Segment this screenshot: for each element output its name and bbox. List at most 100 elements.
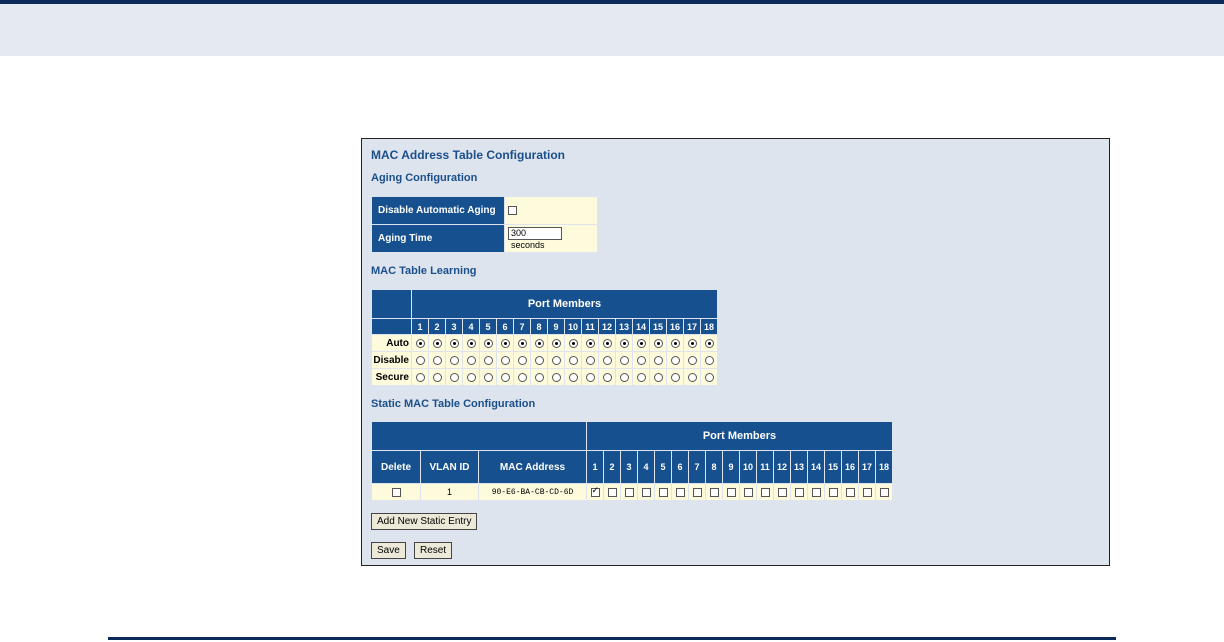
learning-radio-disable[interactable] [653,356,663,366]
learning-radio-secure[interactable] [517,373,527,383]
learning-radio-disable[interactable] [602,356,612,366]
static-port-number: 10 [739,450,757,484]
static-port-number: 18 [875,450,893,484]
learning-radio-secure[interactable] [466,373,476,383]
learning-radio-secure[interactable] [568,373,578,383]
learning-port-number: 14 [632,318,650,335]
learning-radio-auto[interactable] [704,339,714,349]
learning-radio-secure[interactable] [449,373,459,383]
port-member-checkbox[interactable] [658,488,668,498]
learning-radio-auto[interactable] [500,339,510,349]
learning-radio-auto[interactable] [585,339,595,349]
disable-aging-checkbox[interactable] [508,205,517,215]
learning-radio-auto[interactable] [432,339,442,349]
learning-port-number: 8 [530,318,548,335]
port-member-checkbox[interactable] [845,488,855,498]
add-static-entry-button[interactable]: Add New Static Entry [371,513,478,530]
save-button[interactable]: Save [371,542,406,559]
learning-radio-disable[interactable] [670,356,680,366]
learning-radio-disable[interactable] [432,356,442,366]
learning-radio-disable[interactable] [483,356,493,366]
learning-radio-auto[interactable] [568,339,578,349]
port-member-checkbox[interactable] [624,488,634,498]
learning-radio-secure[interactable] [670,373,680,383]
port-member-checkbox[interactable] [641,488,651,498]
static-port-number: 7 [688,450,706,484]
static-port-number: 6 [671,450,689,484]
aging-heading: Aging Configuration [371,172,478,184]
port-member-checkbox[interactable] [811,488,821,498]
learning-radio-disable[interactable] [687,356,697,366]
learning-radio-auto[interactable] [483,339,493,349]
disable-aging-label: Disable Automatic Aging [371,196,505,225]
top-band [0,4,1224,56]
learning-radio-disable[interactable] [619,356,629,366]
learning-radio-secure[interactable] [534,373,544,383]
aging-time-units: seconds [511,239,545,250]
mac-address-header: MAC Address [478,450,587,484]
learning-radio-secure[interactable] [415,373,425,383]
learning-port-number: 6 [496,318,514,335]
static-port-members-header: Port Members [586,421,893,451]
port-member-checkbox[interactable] [675,488,685,498]
learning-radio-auto[interactable] [534,339,544,349]
learning-radio-auto[interactable] [687,339,697,349]
learning-radio-auto[interactable] [636,339,646,349]
learning-radio-auto[interactable] [653,339,663,349]
learning-radio-secure[interactable] [432,373,442,383]
port-member-checkbox[interactable] [590,485,600,498]
learning-radio-disable[interactable] [534,356,544,366]
learning-radio-secure[interactable] [619,373,629,383]
learning-radio-disable[interactable] [517,356,527,366]
static-port-number: 8 [705,450,723,484]
port-member-checkbox[interactable] [862,488,872,498]
reset-button[interactable]: Reset [414,542,453,559]
learning-row-label-secure: Secure [371,368,412,386]
learning-radio-auto[interactable] [602,339,612,349]
mac-address-cell: 90-E6-BA-CB-CD-6D [478,483,587,501]
learning-port-number: 17 [683,318,701,335]
port-member-checkbox[interactable] [777,488,787,498]
static-port-number: 4 [637,450,655,484]
static-port-number: 14 [807,450,825,484]
learning-radio-secure[interactable] [551,373,561,383]
learning-radio-auto[interactable] [517,339,527,349]
port-member-checkbox[interactable] [828,488,838,498]
learning-radio-secure[interactable] [602,373,612,383]
learning-radio-auto[interactable] [415,339,425,349]
learning-radio-secure[interactable] [585,373,595,383]
learning-radio-auto[interactable] [551,339,561,349]
port-member-checkbox[interactable] [760,488,770,498]
learning-radio-secure[interactable] [653,373,663,383]
learning-radio-secure[interactable] [500,373,510,383]
learning-radio-secure[interactable] [704,373,714,383]
port-member-checkbox[interactable] [743,488,753,498]
port-member-checkbox[interactable] [794,488,804,498]
port-member-checkbox[interactable] [607,488,617,498]
learning-radio-auto[interactable] [449,339,459,349]
port-member-checkbox[interactable] [709,488,719,498]
learning-radio-disable[interactable] [551,356,561,366]
learning-radio-disable[interactable] [466,356,476,366]
learning-radio-disable[interactable] [585,356,595,366]
aging-time-input[interactable] [508,226,562,240]
learning-radio-disable[interactable] [704,356,714,366]
port-member-checkbox[interactable] [879,488,889,498]
learning-radio-secure[interactable] [483,373,493,383]
learning-radio-auto[interactable] [466,339,476,349]
learning-radio-disable[interactable] [449,356,459,366]
learning-radio-disable[interactable] [500,356,510,366]
delete-checkbox[interactable] [391,488,401,498]
static-port-number: 16 [841,450,859,484]
static-heading: Static MAC Table Configuration [371,398,536,410]
learning-radio-auto[interactable] [670,339,680,349]
learning-radio-disable[interactable] [636,356,646,366]
learning-table: Port Members 1 2 3 4 5 6 7 8 9 10 11 12 13 14 15 16 17 18… [371,289,718,386]
port-member-checkbox[interactable] [726,488,736,498]
learning-radio-auto[interactable] [619,339,629,349]
learning-radio-disable[interactable] [568,356,578,366]
port-member-checkbox[interactable] [692,488,702,498]
learning-radio-secure[interactable] [636,373,646,383]
learning-radio-disable[interactable] [415,356,425,366]
learning-radio-secure[interactable] [687,373,697,383]
